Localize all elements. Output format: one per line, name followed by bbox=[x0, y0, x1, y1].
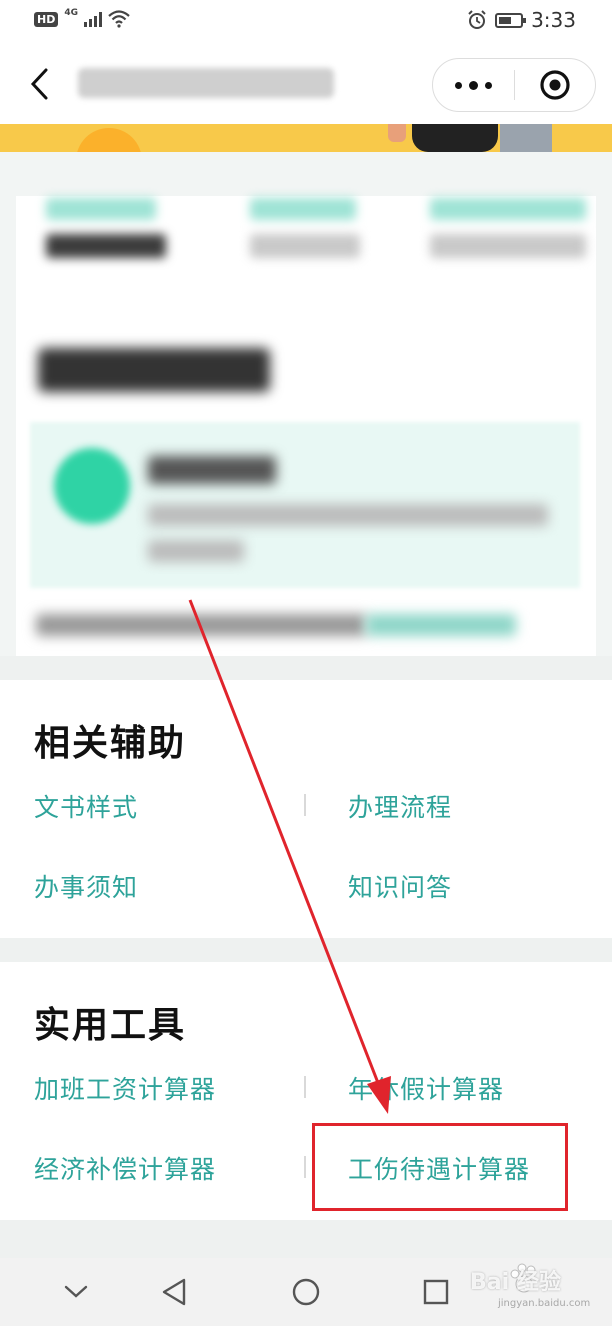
chevron-left-icon bbox=[30, 68, 48, 100]
nav-back-button[interactable] bbox=[152, 1272, 196, 1312]
section-title-tools: 实用工具 bbox=[34, 1005, 187, 1046]
page-title-blurred bbox=[78, 68, 334, 98]
banner-figure-1 bbox=[388, 124, 406, 142]
back-button[interactable] bbox=[22, 64, 56, 104]
mini-program-capsule bbox=[432, 58, 596, 112]
section-title-related: 相关辅助 bbox=[34, 723, 187, 764]
link-compensation-calculator[interactable]: 经济补偿计算器 bbox=[34, 1150, 216, 1186]
blurred-tabs bbox=[0, 174, 612, 314]
banner-figure-2 bbox=[412, 124, 498, 152]
blurred-content-area bbox=[0, 152, 612, 656]
status-right: 3:33 bbox=[467, 8, 576, 32]
nav-home-button[interactable] bbox=[284, 1272, 328, 1312]
link-injury-benefit-calculator[interactable]: 工伤待遇计算器 bbox=[348, 1150, 530, 1186]
blurred-entry-title bbox=[148, 456, 276, 484]
network-type: 4G bbox=[64, 8, 78, 18]
status-time: 3:33 bbox=[531, 8, 576, 32]
status-left: HD 4G bbox=[34, 8, 130, 28]
system-nav-bar bbox=[0, 1258, 612, 1326]
blurred-heading bbox=[38, 348, 270, 392]
link-qa[interactable]: 知识问答 bbox=[348, 868, 452, 904]
nav-hide-button[interactable] bbox=[54, 1272, 98, 1312]
link-process[interactable]: 办理流程 bbox=[348, 788, 452, 824]
signal-icon bbox=[84, 11, 102, 27]
section-related: 相关辅助 文书样式 办理流程 办事须知 知识问答 bbox=[0, 680, 612, 938]
blurred-entry-icon bbox=[54, 448, 130, 524]
alarm-icon bbox=[468, 10, 486, 29]
blurred-footnote-link[interactable] bbox=[366, 614, 516, 636]
hd-badge: HD bbox=[34, 11, 59, 27]
link-document-templates[interactable]: 文书样式 bbox=[34, 788, 138, 824]
top-banner bbox=[0, 124, 612, 152]
status-bar: HD 4G 3:33 bbox=[0, 0, 612, 44]
link-divider bbox=[304, 1076, 306, 1098]
blurred-tab-2[interactable] bbox=[250, 198, 430, 318]
blurred-footnote bbox=[36, 614, 366, 636]
chevron-down-icon bbox=[64, 1285, 88, 1298]
target-circle-icon bbox=[540, 70, 570, 100]
blurred-tab-1[interactable] bbox=[46, 198, 226, 318]
nav-recents-button[interactable] bbox=[414, 1272, 458, 1312]
banner-figure-3 bbox=[500, 124, 552, 152]
more-dots-icon bbox=[454, 80, 492, 90]
home-circle-icon bbox=[292, 1278, 320, 1306]
wifi-icon bbox=[108, 10, 130, 28]
nav-bar bbox=[0, 44, 612, 124]
battery-icon bbox=[495, 12, 527, 28]
banner-sun bbox=[76, 128, 142, 152]
blurred-entry-desc-2 bbox=[148, 540, 244, 562]
link-divider bbox=[304, 794, 306, 816]
blurred-tab-3[interactable] bbox=[430, 198, 610, 318]
blurred-entry-desc bbox=[148, 504, 548, 526]
link-divider bbox=[304, 1156, 306, 1178]
more-button[interactable] bbox=[433, 59, 514, 111]
link-overtime-calculator[interactable]: 加班工资计算器 bbox=[34, 1070, 216, 1106]
link-notice[interactable]: 办事须知 bbox=[34, 868, 138, 904]
section-tools: 实用工具 加班工资计算器 年休假计算器 经济补偿计算器 工伤待遇计算器 bbox=[0, 962, 612, 1220]
close-button[interactable] bbox=[515, 59, 596, 111]
recents-square-icon bbox=[423, 1279, 449, 1305]
back-triangle-icon bbox=[162, 1278, 186, 1306]
link-annual-leave-calculator[interactable]: 年休假计算器 bbox=[348, 1070, 504, 1106]
